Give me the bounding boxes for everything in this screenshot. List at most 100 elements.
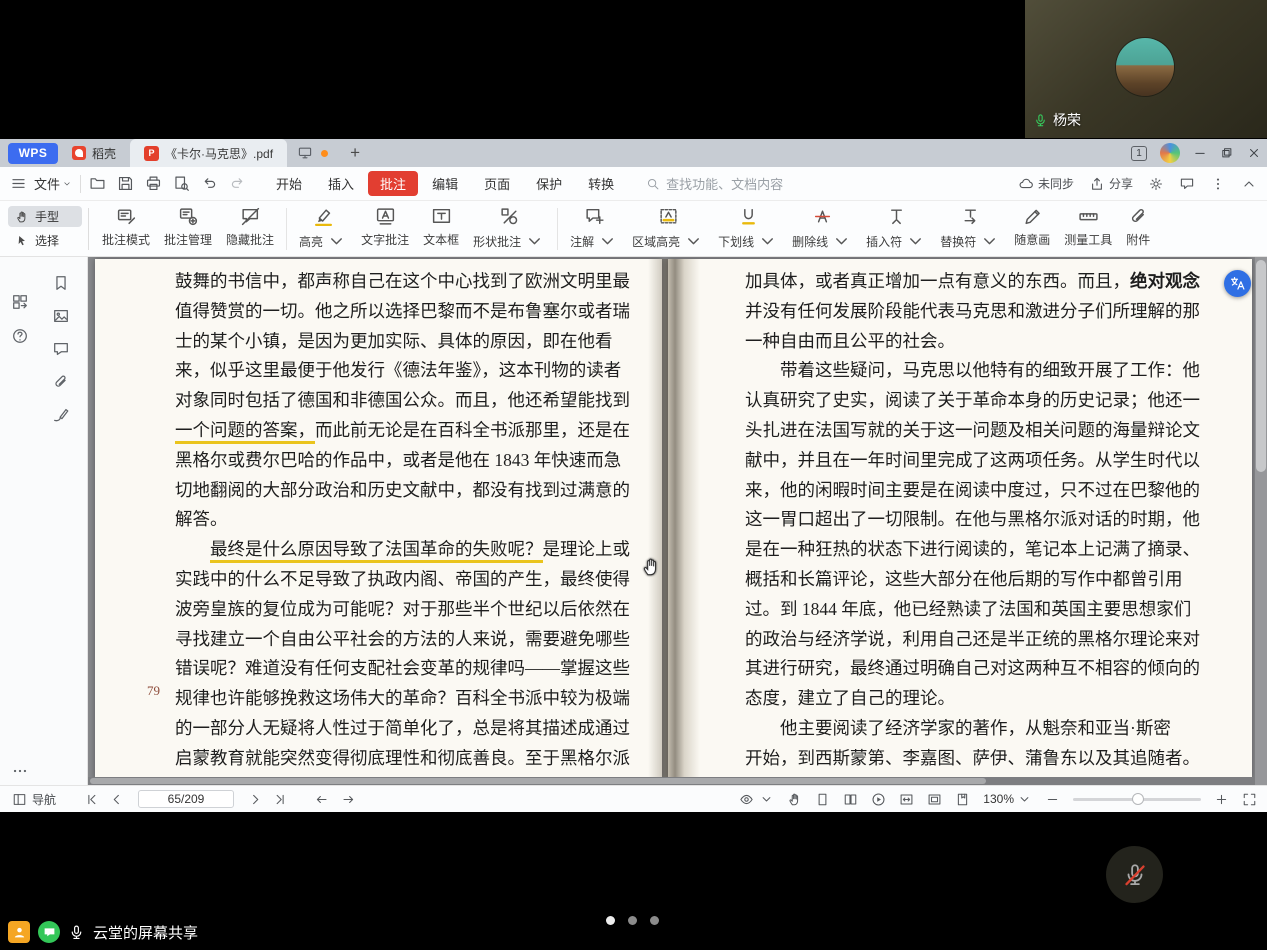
new-tab-button[interactable]: + xyxy=(344,143,366,163)
previous-page-button[interactable] xyxy=(109,792,124,807)
dot[interactable] xyxy=(650,916,659,925)
zoom-slider-knob[interactable] xyxy=(1132,793,1144,805)
ribbon-button-measure[interactable]: 测量工具 xyxy=(1058,201,1118,253)
menu-tab-页面[interactable]: 页面 xyxy=(472,171,522,196)
hamburger-icon[interactable] xyxy=(10,175,27,192)
text-line: 加具体，或者真正增加一点有意义的东西。而且，绝对观念 xyxy=(745,267,1200,297)
tab-docer[interactable]: 稻壳 xyxy=(58,139,130,167)
pointer-tools: 手型 选择 xyxy=(8,206,82,251)
menu-tab-插入[interactable]: 插入 xyxy=(316,171,366,196)
search-input[interactable]: 查找功能、文档内容 xyxy=(646,174,783,193)
bookmark-icon[interactable] xyxy=(52,274,70,292)
ribbon-button-textbox[interactable]: 文本框 xyxy=(417,201,465,253)
hand-tool-button[interactable]: 手型 xyxy=(8,206,82,227)
print-button[interactable] xyxy=(145,175,162,192)
ribbon-button-freedraw[interactable]: 随意画 xyxy=(1008,201,1056,253)
underline-icon xyxy=(738,206,759,227)
zoom-out-button[interactable] xyxy=(1045,792,1060,807)
next-page-button[interactable] xyxy=(248,792,263,807)
select-tool-button[interactable]: 选择 xyxy=(8,230,82,251)
ribbon-button-annotation-manage[interactable]: 批注管理 xyxy=(158,201,218,253)
fullscreen-button[interactable] xyxy=(1242,792,1257,807)
close-button[interactable] xyxy=(1247,146,1261,160)
next-view-button[interactable] xyxy=(341,792,356,807)
print-preview-button[interactable] xyxy=(173,175,190,192)
menu-tab-开始[interactable]: 开始 xyxy=(264,171,314,196)
ribbon-button-caret[interactable]: 插入符 xyxy=(860,201,932,257)
window-count-badge[interactable]: 1 xyxy=(1131,146,1147,161)
file-menu-button[interactable]: 文件 xyxy=(34,174,60,193)
help-icon[interactable] xyxy=(11,327,29,345)
ribbon-button-shape-annotation[interactable]: 形状批注 xyxy=(467,201,551,257)
maximize-button[interactable] xyxy=(1220,146,1234,160)
settings-icon[interactable] xyxy=(1148,176,1164,192)
wps-logo[interactable]: WPS xyxy=(8,143,58,164)
more-options-icon[interactable] xyxy=(1210,176,1226,192)
dot[interactable] xyxy=(628,916,637,925)
menu-tab-批注[interactable]: 批注 xyxy=(368,171,418,196)
ribbon-button-strikethrough[interactable]: 删除线 xyxy=(786,201,858,257)
previous-view-button[interactable] xyxy=(314,792,329,807)
ribbon-button-underline[interactable]: 下划线 xyxy=(712,201,784,257)
ribbon-button-highlight[interactable]: 高亮 xyxy=(293,201,353,257)
ribbon-button-note[interactable]: 注解 xyxy=(564,201,624,257)
open-file-button[interactable] xyxy=(89,175,106,192)
ribbon-button-text-annotation[interactable]: 文字批注 xyxy=(355,201,415,253)
fit-page-button[interactable] xyxy=(927,792,942,807)
underline-annotation: 一个问题的答案， xyxy=(175,420,315,444)
clip-icon[interactable] xyxy=(52,373,70,391)
zoom-level-dropdown[interactable]: 130% xyxy=(983,792,1032,807)
zoom-slider[interactable] xyxy=(1073,798,1201,801)
horizontal-scrollbar[interactable] xyxy=(88,777,1267,785)
horizontal-scrollbar-thumb[interactable] xyxy=(90,778,986,784)
menu-tab-保护[interactable]: 保护 xyxy=(524,171,574,196)
two-page-view-button[interactable] xyxy=(843,792,858,807)
mic-icon xyxy=(68,924,85,941)
bookmark-view-button[interactable] xyxy=(955,792,970,807)
first-page-button[interactable] xyxy=(84,792,99,807)
shape-annotation-icon xyxy=(499,206,520,227)
ribbon-button-area-highlight[interactable]: 区域高亮 xyxy=(626,201,710,257)
vertical-scrollbar-thumb[interactable] xyxy=(1256,260,1266,472)
comment-icon[interactable] xyxy=(52,340,70,358)
sync-status[interactable]: 未同步 xyxy=(1018,175,1074,192)
dot-active[interactable] xyxy=(606,916,615,925)
microphone-muted-button[interactable] xyxy=(1106,846,1163,903)
annotation-mode-icon xyxy=(116,206,137,227)
save-button[interactable] xyxy=(117,175,134,192)
fit-width-button[interactable] xyxy=(899,792,914,807)
thumbnail-icon[interactable] xyxy=(52,307,70,325)
menu-tab-转换[interactable]: 转换 xyxy=(576,171,626,196)
ribbon-button-replace[interactable]: 替换符 xyxy=(934,201,1006,257)
account-avatar[interactable] xyxy=(1160,143,1180,163)
single-page-view-button[interactable] xyxy=(815,792,830,807)
file-menu-caret-icon[interactable] xyxy=(62,179,72,189)
ribbon-button-annotation-mode[interactable]: 批注模式 xyxy=(96,201,156,253)
participant-video-tile[interactable]: 杨荣 xyxy=(1025,0,1267,138)
document-viewport[interactable]: 79 鼓舞的书信中，都声称自己在这个中心找到了欧洲文明里最值得赞赏的一切。他之所… xyxy=(88,257,1267,785)
redo-button[interactable] xyxy=(229,175,246,192)
comments-panel-icon[interactable] xyxy=(1179,176,1195,192)
navigation-toggle[interactable]: 导航 xyxy=(12,791,56,808)
minimize-button[interactable] xyxy=(1193,146,1207,160)
read-mode-button[interactable] xyxy=(739,792,774,807)
last-page-button[interactable] xyxy=(273,792,288,807)
ribbon-button-hide-annotation[interactable]: 隐藏批注 xyxy=(220,201,280,253)
collapse-ribbon-icon[interactable] xyxy=(1241,176,1257,192)
slideshow-button[interactable] xyxy=(871,792,886,807)
ribbon-button-attachment[interactable]: 附件 xyxy=(1120,201,1156,253)
text-segment: 过。到 1844 年底，他已经熟读了法国和英国主要思想家们 xyxy=(745,599,1191,619)
hand-mode-button[interactable] xyxy=(787,792,802,807)
share-button[interactable]: 分享 xyxy=(1089,175,1133,192)
panel-grid-icon[interactable] xyxy=(11,293,29,311)
tab-document[interactable]: P 《卡尔·马克思》.pdf xyxy=(130,139,287,167)
menu-tab-编辑[interactable]: 编辑 xyxy=(420,171,470,196)
more-icon[interactable] xyxy=(11,762,29,780)
page-number-input[interactable]: 65/209 xyxy=(138,790,234,808)
vertical-scrollbar[interactable] xyxy=(1255,257,1267,785)
translate-float-button[interactable] xyxy=(1224,270,1251,297)
signature-icon[interactable] xyxy=(52,406,70,424)
page-indicator-dots[interactable] xyxy=(606,916,659,925)
undo-button[interactable] xyxy=(201,175,218,192)
zoom-in-button[interactable] xyxy=(1214,792,1229,807)
